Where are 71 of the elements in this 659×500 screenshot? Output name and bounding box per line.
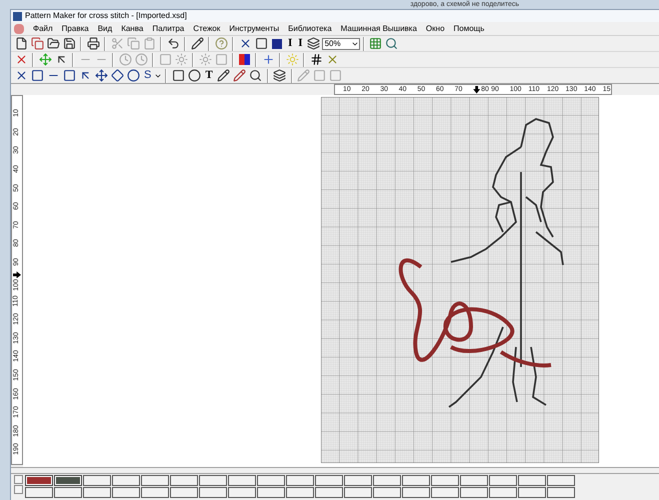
menu-item[interactable]: Библиотека bbox=[288, 24, 332, 34]
toolbar-glyph[interactable]: I bbox=[295, 35, 306, 52]
menu-item[interactable]: Вид bbox=[98, 24, 112, 34]
rectangle-select-icon[interactable] bbox=[170, 68, 186, 83]
palette-slot[interactable] bbox=[83, 487, 111, 498]
open-folder-icon[interactable] bbox=[45, 36, 61, 51]
palette-slot[interactable] bbox=[257, 487, 285, 498]
palette-slot[interactable] bbox=[489, 475, 517, 486]
palette-slot[interactable] bbox=[141, 475, 169, 486]
menu-item[interactable]: Канва bbox=[121, 24, 144, 34]
palette-slot[interactable] bbox=[257, 475, 285, 486]
layers-icon[interactable] bbox=[306, 36, 322, 51]
window-title: Pattern Maker for cross stitch - [Imported.xsd] bbox=[25, 11, 187, 21]
menu-item[interactable]: Окно bbox=[426, 24, 445, 34]
palette-slot[interactable] bbox=[54, 487, 82, 498]
palette-slot[interactable] bbox=[199, 475, 227, 486]
scroll-up-button[interactable] bbox=[14, 475, 23, 484]
palette-slot[interactable] bbox=[460, 475, 488, 486]
palette-slot[interactable] bbox=[402, 487, 430, 498]
palette-slot[interactable] bbox=[83, 475, 111, 486]
menu-item[interactable]: Машинная Вышивка bbox=[340, 24, 417, 34]
zoom-icon[interactable] bbox=[384, 36, 400, 51]
palette-slot[interactable] bbox=[25, 487, 53, 498]
menu-item[interactable]: Инструменты bbox=[229, 24, 280, 34]
toolbar-glyph[interactable]: S bbox=[141, 67, 154, 84]
palette-slot[interactable] bbox=[518, 475, 546, 486]
palette-slot[interactable] bbox=[286, 487, 314, 498]
palette-slot[interactable] bbox=[286, 475, 314, 486]
palette-slot[interactable] bbox=[228, 487, 256, 498]
palette-slot[interactable] bbox=[547, 475, 575, 486]
menu-item[interactable]: Помощь bbox=[454, 24, 484, 34]
menu-item[interactable]: Файл bbox=[33, 24, 53, 34]
palette-slot[interactable] bbox=[547, 487, 575, 498]
palette-slot[interactable] bbox=[518, 487, 546, 498]
palette-slot[interactable] bbox=[489, 487, 517, 498]
palette-slot[interactable] bbox=[228, 475, 256, 486]
search-icon[interactable] bbox=[248, 68, 264, 83]
filled-square-icon[interactable] bbox=[272, 38, 282, 48]
position-marker-icon bbox=[13, 271, 21, 278]
palette-slot[interactable] bbox=[315, 475, 343, 486]
toolbar-glyph[interactable]: I bbox=[285, 35, 296, 52]
toolbar-glyph[interactable]: T bbox=[202, 67, 216, 84]
help-icon[interactable] bbox=[213, 36, 229, 51]
palette-slot[interactable] bbox=[344, 475, 372, 486]
palette-slot[interactable] bbox=[373, 487, 401, 498]
palette-slot[interactable] bbox=[141, 487, 169, 498]
pencil-icon[interactable] bbox=[189, 36, 205, 51]
palette-slot[interactable] bbox=[170, 487, 198, 498]
grid-icon[interactable] bbox=[368, 36, 384, 51]
palette-slot[interactable] bbox=[112, 487, 140, 498]
zoom-dropdown[interactable]: 50% bbox=[322, 38, 360, 50]
palette-slot[interactable] bbox=[460, 487, 488, 498]
menu-item[interactable]: Палитра bbox=[152, 24, 184, 34]
palette-slot[interactable] bbox=[199, 487, 227, 498]
palette-slot[interactable] bbox=[402, 475, 430, 486]
palette-slot[interactable] bbox=[373, 475, 401, 486]
palette-slot[interactable] bbox=[112, 475, 140, 486]
palette-slot[interactable] bbox=[431, 487, 459, 498]
save-icon[interactable] bbox=[61, 36, 77, 51]
palette-slot[interactable] bbox=[170, 475, 198, 486]
copy-file-icon[interactable] bbox=[29, 36, 45, 51]
app-icon bbox=[13, 12, 22, 20]
position-marker-icon bbox=[473, 86, 480, 94]
palette-slot[interactable] bbox=[315, 487, 343, 498]
menu-item[interactable]: Стежок bbox=[193, 24, 220, 34]
scroll-down-button[interactable] bbox=[14, 485, 23, 494]
palette-slot[interactable] bbox=[344, 487, 372, 498]
palette-slot[interactable] bbox=[431, 475, 459, 486]
print-icon[interactable] bbox=[85, 36, 101, 51]
square-icon[interactable] bbox=[253, 36, 269, 51]
menu-item[interactable]: Правка bbox=[62, 24, 89, 34]
